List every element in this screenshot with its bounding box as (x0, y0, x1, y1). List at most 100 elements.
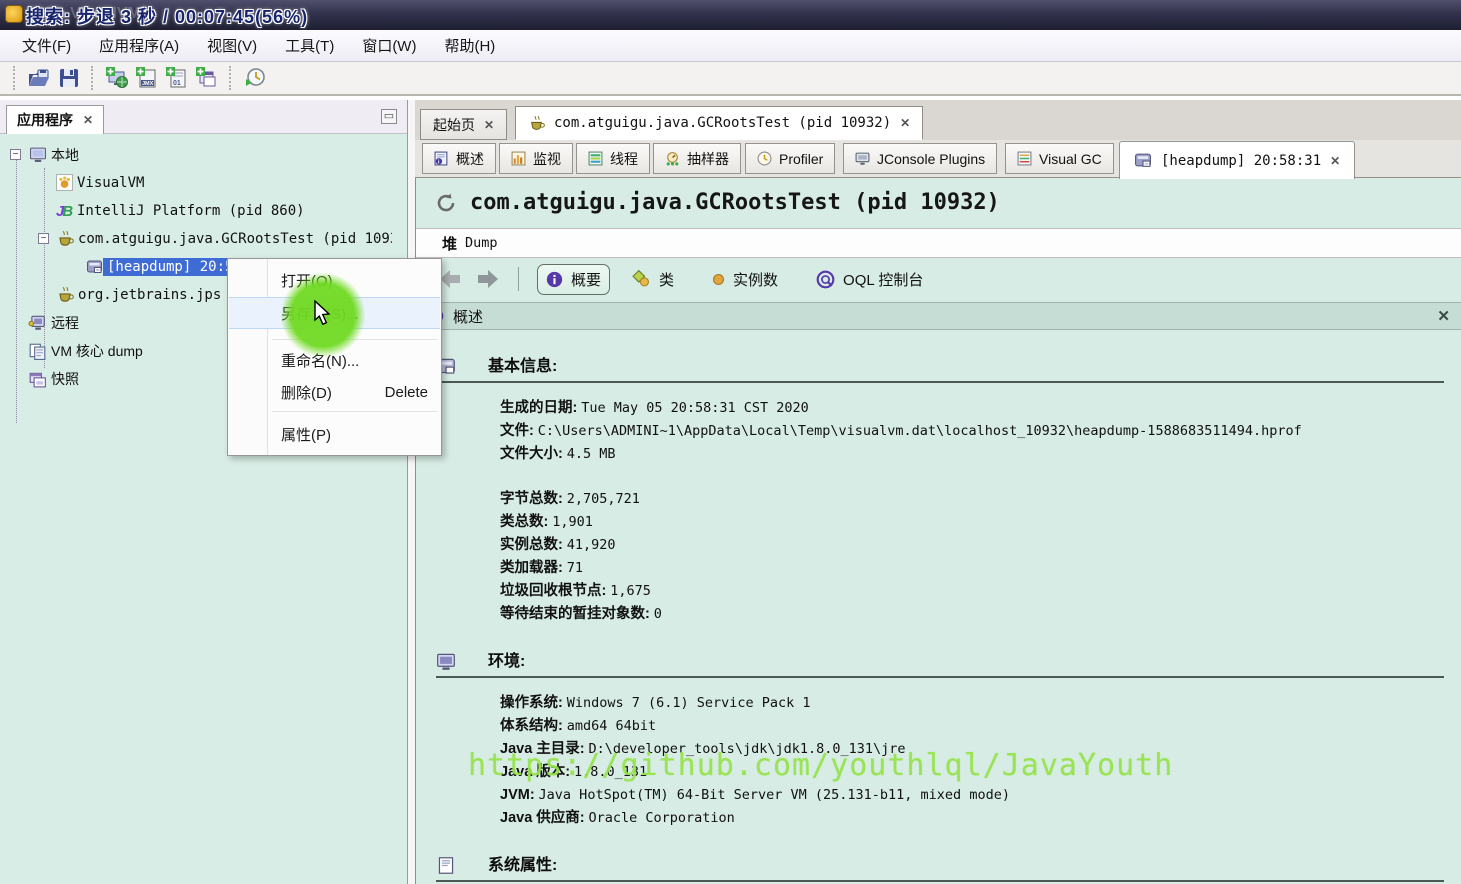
summary-button[interactable]: 概要 (537, 263, 611, 295)
tab-sampler-label: 抽样器 (687, 150, 729, 167)
tab-jconsole-plugins[interactable]: JConsole Plugins (843, 143, 998, 174)
info-label: 生成的日期: (500, 400, 578, 416)
info-value: 1,901 (552, 514, 593, 530)
load-snapshot-button[interactable] (24, 64, 54, 92)
history-button[interactable] (240, 64, 270, 92)
heapdump-icon (1135, 153, 1151, 167)
tree-item-jetbrains-jps[interactable]: org.jetbrains.jps (0, 281, 225, 308)
tab-start-page[interactable]: 起始页 ✕ (420, 109, 508, 140)
info-row: 字节总数: 2,705,721 (500, 487, 1444, 510)
summary-button-label: 概要 (571, 271, 602, 289)
info-value: amd64 64bit (566, 718, 657, 734)
overview-panel-body: 基本信息: 生成的日期: Tue May 05 20:58:31 CST 202… (416, 330, 1461, 884)
menu-tools[interactable]: 工具(T) (273, 31, 346, 60)
tree-item-label: VM 核心 dump (51, 342, 143, 359)
save-icon (60, 69, 78, 87)
menu-applications[interactable]: 应用程序(A) (87, 31, 191, 60)
add-jmx-connection-icon: JMX (136, 67, 156, 88)
menu-help[interactable]: 帮助(H) (432, 31, 507, 60)
info-row: 类总数: 1,901 (500, 510, 1444, 533)
visualvm-app-icon (5, 5, 23, 23)
toolbar-separator (13, 66, 17, 90)
watermark-text: https://github.com/youthlql/JavaYouth (468, 748, 1174, 783)
tab-heapdump-active[interactable]: [heapdump] 20:58:31 ✕ (1119, 141, 1356, 179)
java-application-icon (59, 230, 74, 246)
tab-threads-label: 线程 (610, 150, 638, 167)
info-value: 41,920 (566, 537, 616, 553)
section-title: 系统属性: (488, 857, 558, 874)
tree-item-label: 快照 (51, 370, 79, 387)
info-value: 71 (566, 560, 583, 576)
monitor-chart-icon (511, 151, 526, 166)
classes-button[interactable]: 类 (624, 265, 682, 294)
menu-separator (272, 411, 437, 412)
save-button[interactable] (54, 64, 84, 92)
tab-visual-gc[interactable]: Visual GC (1005, 143, 1114, 174)
info-label: 文件: (500, 423, 534, 439)
tree-item-label: IntelliJ Platform (pid 860) (77, 202, 305, 219)
tree-item-gcrootstest[interactable]: − com.atguigu.java.GCRootsTest (pid 1093… (0, 225, 408, 252)
tree-item-local[interactable]: − 本地 (0, 141, 83, 168)
menu-window[interactable]: 窗口(W) (350, 31, 428, 60)
add-jmx-connection-button[interactable]: JMX (132, 64, 162, 92)
collapse-icon[interactable]: − (10, 149, 21, 160)
info-label: Java 供应商: (500, 810, 585, 826)
close-icon[interactable]: ✕ (83, 113, 93, 127)
tab-gcrootstest[interactable]: com.atguigu.java.GCRootsTest (pid 10932)… (515, 106, 924, 140)
info-label: 垃圾回收根节点: (500, 583, 607, 599)
tab-jconsole-plugins-label: JConsole Plugins (877, 150, 986, 167)
close-icon[interactable]: ✕ (1437, 307, 1450, 325)
tab-threads[interactable]: 线程 (576, 143, 650, 174)
forward-arrow-icon[interactable] (476, 269, 500, 289)
panel-splitter[interactable] (408, 100, 415, 884)
java-application-icon (59, 286, 74, 302)
info-value: 2,705,721 (566, 491, 640, 507)
visualvm-icon (56, 174, 73, 191)
menu-view[interactable]: 视图(V) (195, 31, 269, 60)
close-icon[interactable]: ✕ (484, 118, 494, 132)
instances-icon (713, 273, 725, 285)
menu-item-shortcut: Delete (384, 383, 428, 401)
add-vm-coredump-button[interactable]: 01 (162, 64, 192, 92)
tree-item-snapshots[interactable]: 快照 (0, 365, 83, 392)
minimize-panel-button[interactable]: ▭ (381, 109, 397, 124)
add-snapshot-button[interactable] (192, 64, 222, 92)
close-icon[interactable]: ✕ (1330, 154, 1340, 168)
info-label: 文件大小: (500, 446, 563, 462)
tab-monitor[interactable]: 监视 (499, 143, 573, 174)
info-label: 实例总数: (500, 537, 563, 553)
collapse-icon[interactable]: − (38, 233, 49, 244)
tree-item-label: org.jetbrains.jps (78, 286, 222, 303)
tab-overview[interactable]: i 概述 (422, 143, 496, 174)
add-snapshot-icon (196, 67, 216, 87)
tree-item-visualvm[interactable]: VisualVM (0, 169, 148, 196)
tab-heapdump-label: [heapdump] 20:58:31 (1161, 152, 1322, 169)
tab-overview-label: 概述 (456, 150, 484, 167)
instances-button[interactable]: 实例数 (704, 265, 786, 294)
dump-subtitle-zh: 堆 (442, 235, 458, 253)
environment-icon (437, 653, 455, 670)
add-remote-host-button[interactable] (102, 64, 132, 92)
page-title: com.atguigu.java.GCRootsTest (pid 10932) (470, 190, 1000, 215)
tab-applications[interactable]: 应用程序 ✕ (6, 105, 105, 134)
overview-panel-title: 概述 (453, 308, 484, 326)
info-row: 生成的日期: Tue May 05 20:58:31 CST 2020 (500, 396, 1444, 419)
tree-item-remote[interactable]: 远程 (0, 309, 83, 336)
svg-text:JMX: JMX (142, 81, 154, 87)
menu-item-properties[interactable]: 属性(P) (229, 419, 440, 449)
tree-item-label: VisualVM (77, 174, 145, 191)
menu-file[interactable]: 文件(F) (10, 31, 83, 60)
applications-panel: 应用程序 ✕ ▭ − 本地 VisualVM J B IntelliJ Plat… (0, 100, 408, 884)
classes-button-label: 类 (659, 271, 675, 289)
tree-item-vm-coredump[interactable]: VM 核心 dump (0, 337, 147, 364)
tree-item-label: 远程 (51, 314, 79, 331)
oql-console-button[interactable]: OQL 控制台 (808, 265, 931, 294)
info-row: 实例总数: 41,920 (500, 533, 1444, 556)
menu-item-label: 删除(D) (281, 384, 332, 402)
tab-sampler[interactable]: 抽样器 (653, 143, 741, 174)
menu-item-delete[interactable]: 删除(D) Delete (229, 377, 440, 407)
tree-item-intellij[interactable]: J B IntelliJ Platform (pid 860) (0, 197, 309, 224)
tab-profiler[interactable]: Profiler (745, 143, 836, 174)
info-value: C:\Users\ADMINI~1\AppData\Local\Temp\vis… (537, 423, 1302, 439)
close-icon[interactable]: ✕ (900, 116, 910, 130)
